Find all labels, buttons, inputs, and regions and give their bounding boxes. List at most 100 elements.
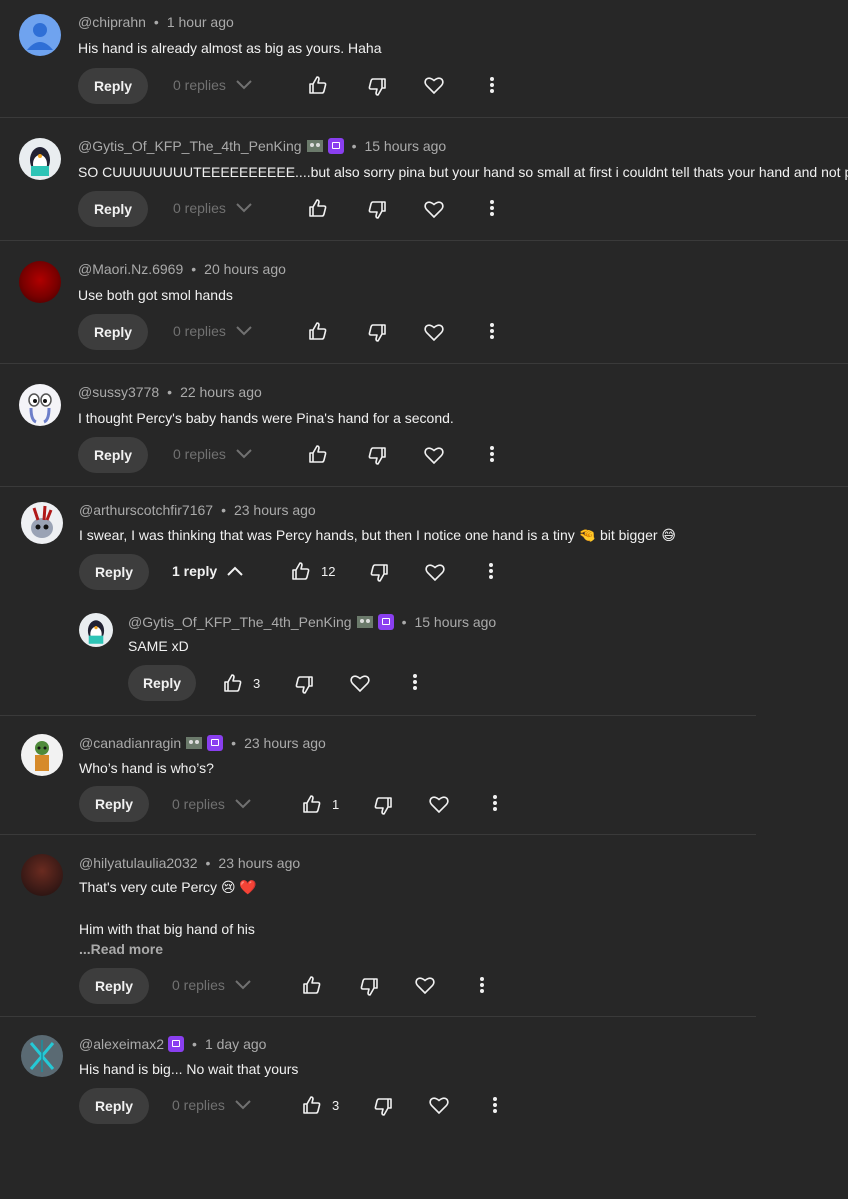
heart-icon (429, 1097, 449, 1114)
timestamp[interactable]: 20 hours ago (204, 261, 286, 277)
timestamp[interactable]: 23 hours ago (234, 502, 316, 518)
divider (0, 363, 848, 364)
reply-button[interactable]: Reply (78, 191, 148, 227)
username[interactable]: @chiprahn (78, 14, 146, 30)
read-more-link[interactable]: ...Read more (79, 941, 163, 957)
replies-toggle[interactable]: 0 replies (172, 1097, 251, 1113)
username[interactable]: @Maori.Nz.6969 (78, 261, 183, 277)
username[interactable]: @alexeimax2 (79, 1036, 164, 1052)
chevron-down-icon (235, 1100, 251, 1110)
heart-button[interactable] (424, 323, 444, 341)
more-options-button[interactable] (488, 445, 496, 463)
dislike-button[interactable] (359, 977, 379, 997)
more-options-button[interactable] (488, 76, 496, 94)
username[interactable]: @arthurscotchfir7167 (79, 502, 213, 518)
replies-toggle[interactable]: 0 replies (173, 446, 252, 462)
replies-toggle[interactable]: 1 reply (172, 563, 243, 579)
more-options-button[interactable] (491, 1096, 499, 1114)
reply-button[interactable]: Reply (79, 1088, 149, 1124)
timestamp[interactable]: 1 day ago (205, 1036, 267, 1052)
reply-button[interactable]: Reply (79, 968, 149, 1004)
like-button[interactable] (308, 321, 328, 341)
dislike-button[interactable] (369, 563, 389, 583)
more-vertical-icon (490, 323, 494, 339)
like-button[interactable] (308, 75, 328, 95)
username[interactable]: @sussy3778 (78, 384, 159, 400)
dislike-button[interactable] (373, 796, 393, 816)
more-options-button[interactable] (487, 562, 495, 580)
dislike-button[interactable] (367, 200, 387, 220)
more-options-button[interactable] (478, 976, 486, 994)
reply-button[interactable]: Reply (79, 554, 149, 590)
heart-button[interactable] (429, 1096, 449, 1114)
more-options-button[interactable] (488, 322, 496, 340)
timestamp[interactable]: 23 hours ago (244, 735, 326, 751)
replies-toggle[interactable]: 0 replies (172, 796, 251, 812)
replies-toggle[interactable]: 0 replies (173, 323, 252, 339)
heart-button[interactable] (424, 76, 444, 94)
more-options-button[interactable] (488, 199, 496, 217)
dislike-button[interactable] (367, 77, 387, 97)
reply-button[interactable]: Reply (128, 665, 196, 701)
comment: @sussy3778 • 22 hours ago I thought Perc… (0, 370, 848, 486)
avatar[interactable] (21, 502, 63, 544)
like-count: 1 (332, 796, 340, 812)
replies-count: 0 replies (172, 1097, 225, 1113)
like-button[interactable] (308, 444, 328, 464)
like-button[interactable]: 12 (291, 561, 335, 581)
avatar[interactable] (19, 138, 61, 180)
reply-button[interactable]: Reply (78, 437, 148, 473)
avatar[interactable] (21, 734, 63, 776)
chevron-down-icon (235, 799, 251, 809)
thumbs-down-icon (295, 676, 313, 694)
dislike-button[interactable] (294, 675, 314, 695)
heart-button[interactable] (424, 446, 444, 464)
more-vertical-icon (490, 77, 494, 93)
timestamp[interactable]: 1 hour ago (167, 14, 234, 30)
avatar[interactable] (19, 384, 61, 426)
comment-text: His hand is already almost as big as you… (78, 40, 382, 56)
divider (0, 834, 756, 835)
replies-toggle[interactable]: 0 replies (172, 977, 251, 993)
replies-toggle[interactable]: 0 replies (173, 77, 252, 93)
timestamp[interactable]: 23 hours ago (218, 855, 300, 871)
timestamp[interactable]: 15 hours ago (364, 138, 446, 154)
dislike-button[interactable] (367, 323, 387, 343)
avatar[interactable] (21, 854, 63, 896)
like-button[interactable]: 3 (223, 673, 260, 693)
reply-button[interactable]: Reply (78, 68, 148, 104)
heart-button[interactable] (415, 976, 435, 994)
like-button[interactable]: 3 (302, 1095, 339, 1115)
username[interactable]: @hilyatulaulia2032 (79, 855, 198, 871)
heart-button[interactable] (425, 563, 445, 581)
avatar[interactable] (19, 14, 61, 56)
heart-icon (424, 201, 444, 218)
like-button[interactable] (308, 198, 328, 218)
member-emote-icon (186, 737, 203, 749)
comment: @chiprahn • 1 hour ago His hand is alrea… (0, 0, 848, 117)
username[interactable]: @Gytis_Of_KFP_The_4th_PenKing (78, 138, 302, 154)
like-button[interactable] (302, 975, 322, 995)
replies-count: 0 replies (172, 977, 225, 993)
more-options-button[interactable] (491, 794, 499, 812)
heart-icon (350, 675, 370, 692)
heart-button[interactable] (424, 200, 444, 218)
dislike-button[interactable] (373, 1097, 393, 1117)
timestamp[interactable]: 22 hours ago (180, 384, 262, 400)
heart-button[interactable] (350, 674, 370, 692)
reply-button[interactable]: Reply (78, 314, 148, 350)
like-button[interactable]: 1 (302, 794, 339, 814)
replies-toggle[interactable]: 0 replies (173, 200, 252, 216)
avatar[interactable] (19, 261, 61, 303)
username[interactable]: @Gytis_Of_KFP_The_4th_PenKing (128, 614, 352, 630)
avatar[interactable] (21, 1035, 63, 1077)
heart-button[interactable] (429, 795, 449, 813)
reply-button[interactable]: Reply (79, 786, 149, 822)
avatar[interactable] (79, 613, 113, 647)
timestamp[interactable]: 15 hours ago (414, 614, 496, 630)
thumbs-down-icon (368, 78, 386, 96)
reply-meta: @Gytis_Of_KFP_The_4th_PenKing • 15 hours… (128, 614, 497, 630)
username[interactable]: @canadianragin (79, 735, 181, 751)
dislike-button[interactable] (367, 446, 387, 466)
more-options-button[interactable] (411, 673, 419, 691)
